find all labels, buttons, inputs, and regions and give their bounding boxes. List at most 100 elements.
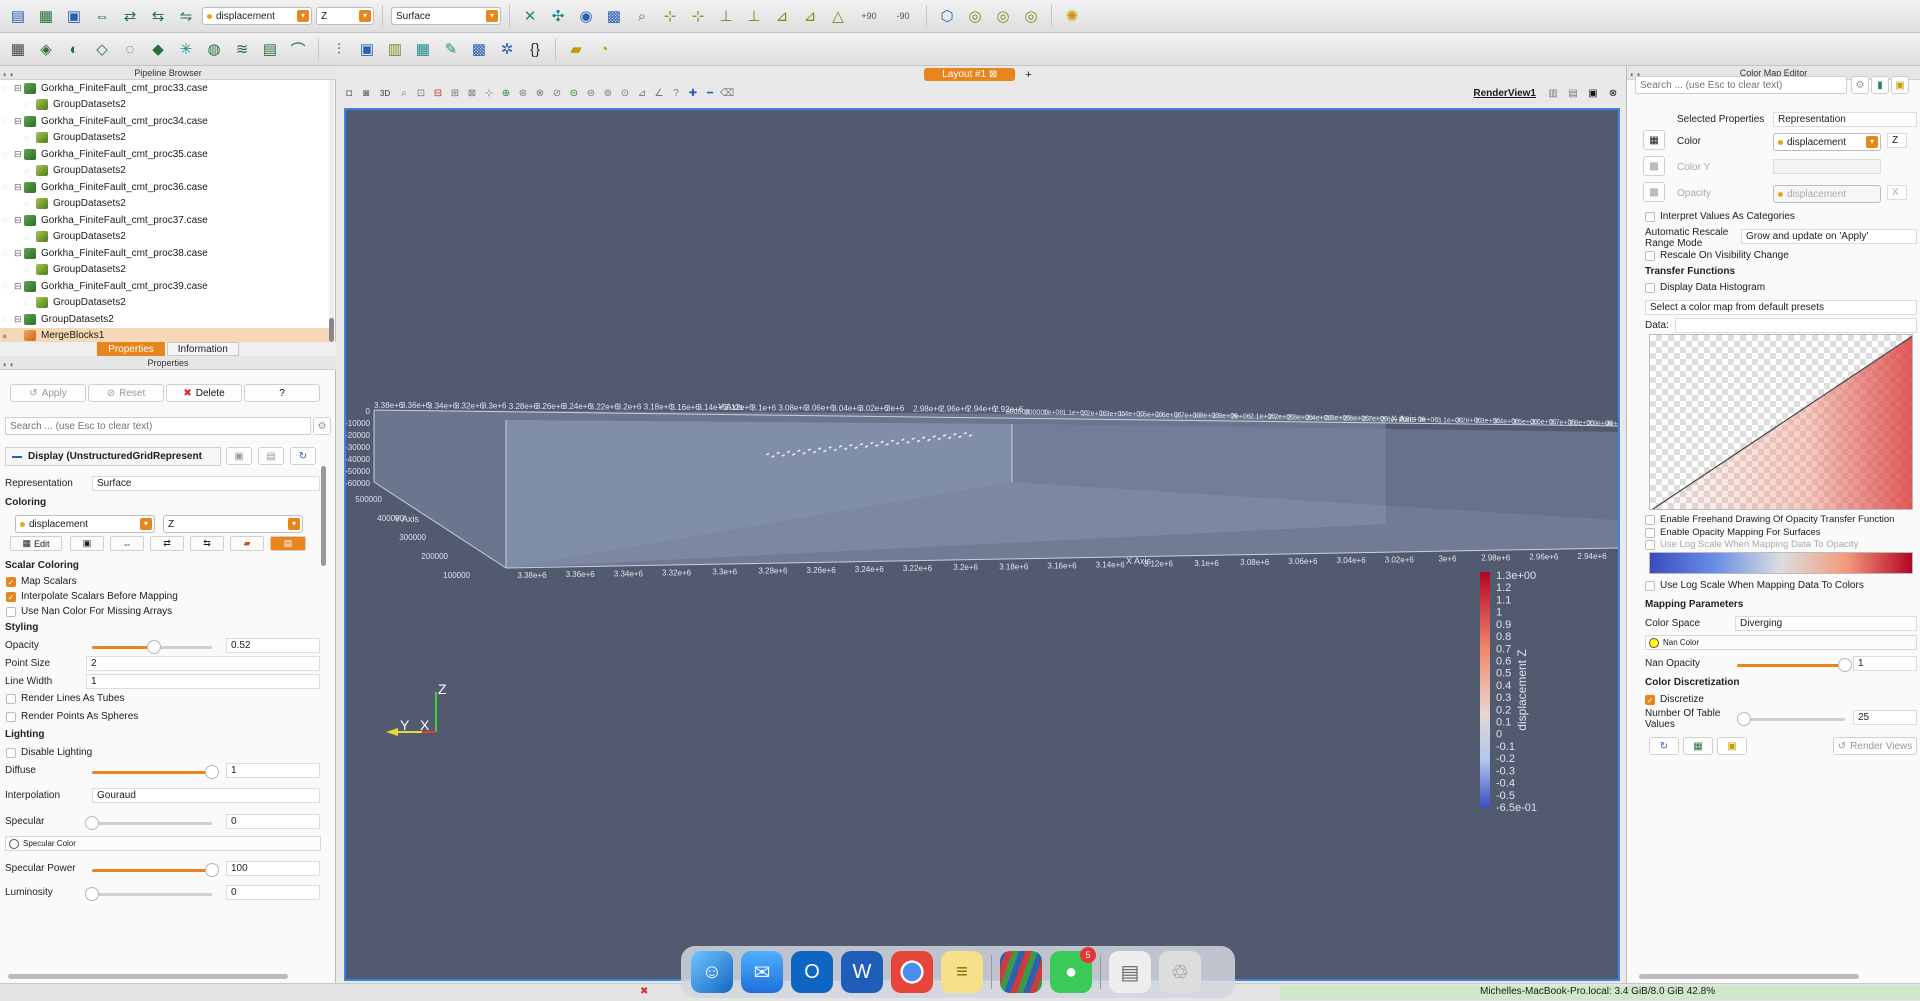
query-icon[interactable]: ? [669, 87, 683, 101]
pipeline-item[interactable]: ◌ GroupDatasets2 [0, 163, 330, 180]
opacity-input[interactable]: 0.52 [226, 638, 320, 653]
zoom-box-button[interactable]: ▩ [602, 4, 626, 28]
eye-icon[interactable]: ◌ [24, 298, 36, 308]
hover-points-icon[interactable]: ⊕ [499, 87, 513, 101]
reset-closest-button[interactable]: ✣ [546, 4, 570, 28]
color-component-select[interactable]: Z [1887, 133, 1907, 148]
diffuse-slider[interactable] [92, 765, 219, 779]
pipeline-item[interactable]: ◌ GroupDatasets2 [0, 196, 330, 213]
opacity-component-select[interactable]: X [1887, 185, 1907, 200]
rescale-custom-icon[interactable]: ⇆ [146, 4, 170, 28]
refresh-icon[interactable]: ↻ [290, 447, 316, 465]
group-datasets-icon[interactable]: ▤ [258, 37, 282, 61]
isometric-view-button[interactable]: △ [826, 4, 850, 28]
display-histogram-checkbox[interactable]: Display Data Histogram [1645, 282, 1765, 293]
tab-information[interactable]: Information [166, 342, 239, 356]
eye-icon[interactable]: ◌ [2, 182, 14, 192]
tab-layout-1[interactable]: Layout #1 ⊠ [924, 68, 1016, 81]
gear-icon[interactable]: ⚙ [1851, 76, 1869, 94]
protractor-icon[interactable]: ◔ [592, 37, 616, 61]
nan-opacity-slider[interactable] [1737, 658, 1852, 672]
luminosity-slider[interactable] [85, 887, 212, 901]
zoom-data-button[interactable]: ◉ [574, 4, 598, 28]
trash-icon[interactable]: ♲ [1159, 951, 1201, 993]
stream-tracer-icon[interactable]: ◍ [202, 37, 226, 61]
color-array-combo[interactable]: displacement ▾ [202, 7, 312, 25]
expand-icon[interactable]: ⊟ [14, 281, 24, 292]
pipeline-item[interactable]: ◌ ⊟ Gorkha_FiniteFault_cmt_proc39.case [0, 278, 330, 295]
select-points-icon[interactable]: ⊟ [431, 87, 445, 101]
color-y-icon[interactable]: ▩ [1643, 156, 1665, 176]
spreadsheet-icon[interactable]: ▦ [411, 37, 435, 61]
close-view-icon[interactable]: ⊗ [1606, 87, 1620, 101]
choose-preset-icon[interactable]: ▣ [70, 536, 104, 551]
discretize-checkbox[interactable]: ✓ Discretize [1645, 694, 1704, 705]
expand-icon[interactable]: ⊟ [14, 149, 24, 160]
display-section-header[interactable]: Display (UnstructuredGridRepresent [5, 447, 221, 466]
color-space-select[interactable]: Diverging [1735, 616, 1917, 631]
camera-undo-icon[interactable]: ◙ [359, 87, 373, 101]
grow-selection-icon[interactable]: ⊘ [550, 87, 564, 101]
split-vertical-icon[interactable]: ▤ [1566, 87, 1580, 101]
pipeline-item[interactable]: ◌ GroupDatasets2 [0, 295, 330, 312]
colormap-search-input[interactable] [1635, 76, 1847, 94]
paste-icon[interactable]: ▤ [258, 447, 284, 465]
disable-lighting-checkbox[interactable]: Disable Lighting [6, 747, 92, 758]
coloring-component-select[interactable]: Z ▾ [163, 515, 303, 533]
colorbar-editor-icon[interactable]: ▤ [270, 536, 306, 551]
color-y-select[interactable] [1773, 159, 1881, 174]
rotate-minus-90-button[interactable]: -90 [888, 4, 918, 28]
eye-icon[interactable]: ◌ [2, 83, 14, 93]
color-transfer-bar[interactable] [1649, 552, 1913, 574]
reset-center-button[interactable]: ◎ [1019, 4, 1043, 28]
finder-icon[interactable]: ☺ [691, 951, 733, 993]
edit-colormap-button[interactable]: ▦ Edit [10, 536, 62, 551]
interpolate-scalars-checkbox[interactable]: ✓ Interpolate Scalars Before Mapping [6, 591, 178, 602]
remove-view-icon[interactable]: ━ [703, 87, 717, 101]
slider-knob[interactable] [85, 816, 99, 830]
zoom-closest-button[interactable]: ⌕ [630, 4, 654, 28]
histogram-icon[interactable]: ▥ [383, 37, 407, 61]
opacity-mode-icon[interactable]: ▩ [1643, 182, 1665, 202]
opacity-surfaces-checkbox[interactable]: Enable Opacity Mapping For Surfaces [1645, 527, 1821, 538]
center-axes-button[interactable]: ◎ [963, 4, 987, 28]
eye-icon[interactable]: ◌ [24, 199, 36, 209]
specular-color-button[interactable]: Specular Color [5, 836, 321, 851]
interpolation-select[interactable]: Gouraud [92, 788, 320, 803]
open-data-icon[interactable]: ▦ [34, 4, 58, 28]
representation-select[interactable]: Surface [92, 476, 320, 491]
hover-cells-icon[interactable]: ⊛ [516, 87, 530, 101]
rescale-custom-icon[interactable]: ⇄ [150, 536, 184, 551]
pipeline-item[interactable]: ◌ ⊟ Gorkha_FiniteFault_cmt_proc34.case [0, 113, 330, 130]
eye-icon[interactable]: ◌ [2, 149, 14, 159]
reset-camera-button[interactable]: ✕ [518, 4, 542, 28]
opacity-slider[interactable] [92, 640, 212, 654]
pick-center-button[interactable]: ◎ [991, 4, 1015, 28]
preset-select[interactable]: Select a color map from default presets [1645, 300, 1917, 315]
chrome-icon[interactable] [891, 951, 933, 993]
specular-input[interactable]: 0 [226, 814, 320, 829]
pipeline-item[interactable]: ◌ ⊟ Gorkha_FiniteFault_cmt_proc36.case [0, 179, 330, 196]
pipeline-item[interactable]: ◌ GroupDatasets2 [0, 130, 330, 147]
trash-icon[interactable]: ⌫ [720, 87, 734, 101]
eye-icon[interactable]: ◌ [24, 133, 36, 143]
polygon-select-icon[interactable]: ⊗ [533, 87, 547, 101]
ruler-icon[interactable]: ▰ [564, 37, 588, 61]
properties-search-input[interactable] [5, 417, 311, 435]
clear-selection-icon[interactable]: ⊚ [601, 87, 615, 101]
map-scalars-checkbox[interactable]: ✓ Map Scalars [6, 576, 77, 587]
interactive-select-icon[interactable]: ⊹ [482, 87, 496, 101]
select-cells-icon[interactable]: ⊡ [414, 87, 428, 101]
color-array-select[interactable]: displacement ▾ [1773, 133, 1881, 151]
log-opacity-checkbox[interactable]: Use Log Scale When Mapping Data To Opaci… [1645, 539, 1858, 550]
maximize-icon[interactable]: ▣ [1586, 87, 1600, 101]
contour-filter-icon[interactable]: ◈ [34, 37, 58, 61]
data-range-field[interactable] [1675, 318, 1917, 333]
interaction-mode-button[interactable]: ⬡ [935, 4, 959, 28]
specular-slider[interactable] [85, 816, 212, 830]
messages-icon[interactable]: ● 5 [1050, 947, 1096, 993]
shrink-selection-icon[interactable]: ⊝ [567, 87, 581, 101]
pipeline-item[interactable]: ◌ ⊟ Gorkha_FiniteFault_cmt_proc38.case [0, 245, 330, 262]
warp-vector-icon[interactable]: ≋ [230, 37, 254, 61]
word-icon[interactable]: W [841, 951, 883, 993]
